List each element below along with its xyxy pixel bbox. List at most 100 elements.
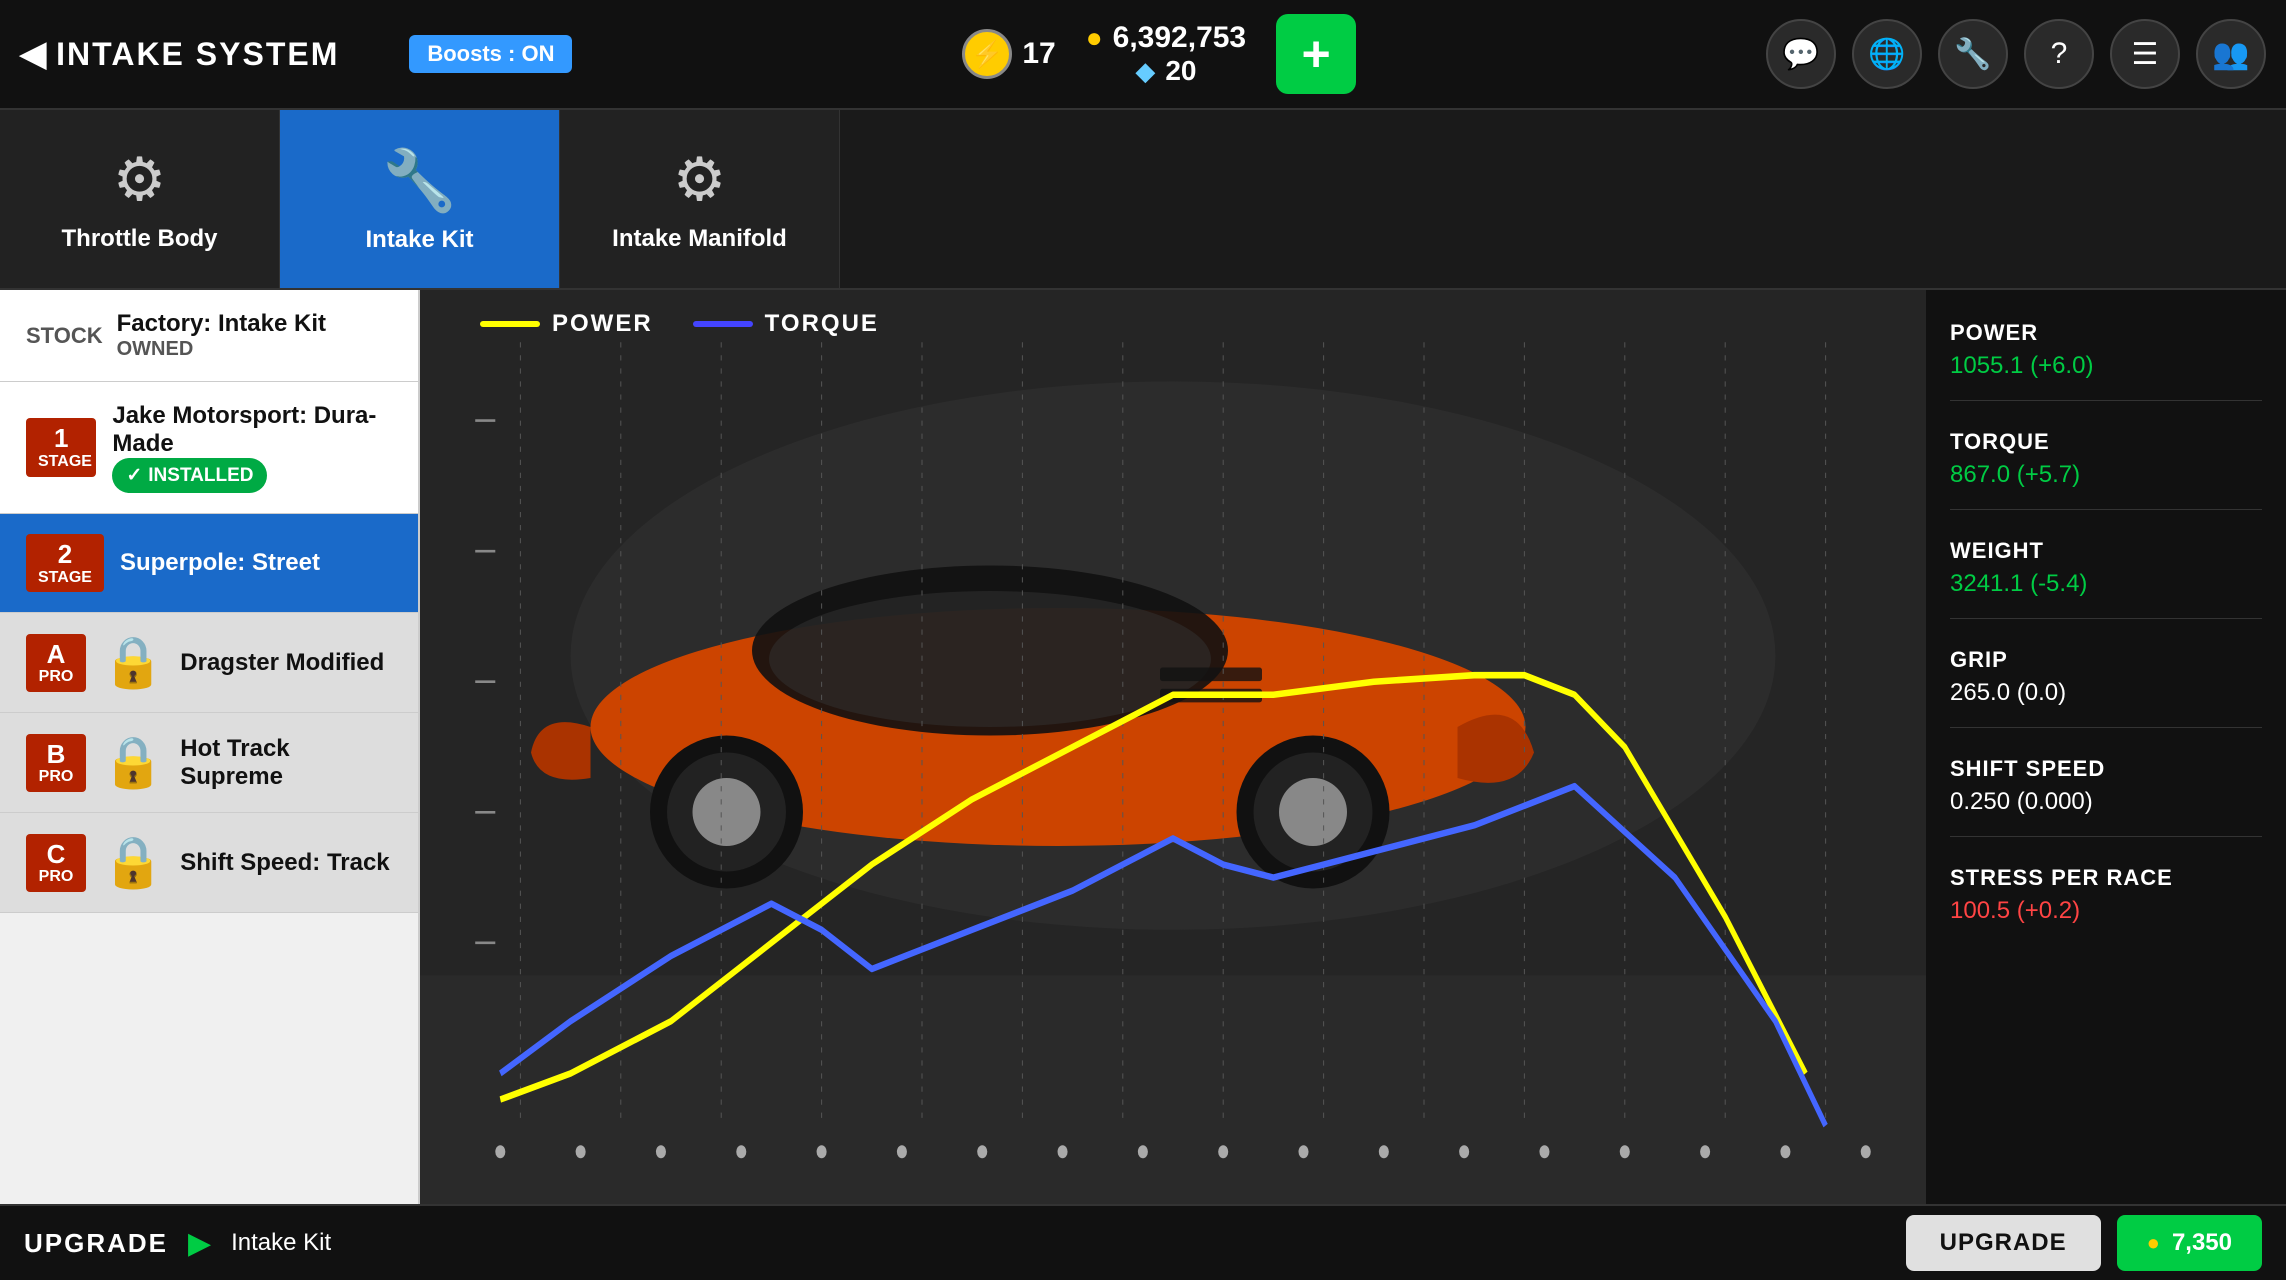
boost-badge[interactable]: Boosts : ON [409, 35, 572, 73]
stage-a-indicator: A PRO [26, 634, 86, 692]
chart-area: POWER TORQUE [420, 290, 1926, 1204]
stat-power: POWER 1055.1 (+6.0) [1950, 320, 2262, 401]
lock-c-icon: 🔒 [102, 833, 164, 892]
stat-stress-value: 100.5 (+0.2) [1950, 897, 2262, 925]
stat-grip-value: 265.0 (0.0) [1950, 679, 2262, 707]
intake-kit-label: Intake Kit [365, 226, 473, 254]
gem-icon: ◆ [1135, 56, 1155, 87]
lightning-group: ⚡ 17 [962, 29, 1055, 79]
stage1-number: 1 [54, 423, 68, 453]
tab-throttle-body[interactable]: ⚙ Throttle Body [0, 110, 280, 288]
stock-stage-label: STOCK [26, 323, 103, 349]
upgrade-stage2[interactable]: 2 STAGE Superpole: Street [0, 514, 418, 613]
stage2-number: 2 [58, 539, 72, 569]
add-currency-button[interactable]: + [1276, 14, 1356, 94]
upgrade-green-button[interactable]: ● 7,350 [2117, 1215, 2262, 1271]
intake-manifold-label: Intake Manifold [612, 225, 787, 253]
stage-c-indicator: C PRO [26, 834, 86, 892]
play-icon: ▶ [188, 1226, 211, 1261]
gem-row: ◆ 20 [1135, 55, 1196, 87]
stage-b-letter: B [47, 739, 66, 769]
upgrade-5-name: Shift Speed: Track [180, 849, 389, 877]
upgrade-0-sub: OWNED [117, 338, 326, 361]
currency-group: ● 6,392,753 ◆ 20 [1086, 21, 1246, 87]
back-arrow-icon: ◀ [20, 34, 46, 74]
stage2-indicator: 2 STAGE [26, 534, 104, 592]
upgrade-stage-c[interactable]: C PRO 🔒 Shift Speed: Track [0, 813, 418, 913]
upgrade-0-name: Factory: Intake Kit [117, 310, 326, 338]
stat-shift-name: SHIFT SPEED [1950, 756, 2262, 782]
lock-b-icon: 🔒 [102, 733, 164, 792]
tab-intake-manifold[interactable]: ⚙ Intake Manifold [560, 110, 840, 288]
stage2-text: STAGE [38, 569, 92, 587]
upgrade-bottom-label: UPGRADE [24, 1228, 168, 1259]
chat-button[interactable]: 💬 [1766, 19, 1836, 89]
upgrade-4-name: Hot Track Supreme [180, 735, 392, 791]
throttle-body-icon: ⚙ [113, 145, 167, 215]
stat-torque-value: 867.0 (+5.7) [1950, 461, 2262, 489]
coin-icon: ● [1086, 22, 1103, 54]
stat-grip: GRIP 265.0 (0.0) [1950, 647, 2262, 728]
stat-weight-value: 3241.1 (-5.4) [1950, 570, 2262, 598]
stat-weight-name: WEIGHT [1950, 538, 2262, 564]
back-button[interactable]: ◀ INTAKE SYSTEM [20, 34, 369, 74]
stage-a-pro: PRO [38, 668, 74, 686]
world-button[interactable]: 🌐 [1852, 19, 1922, 89]
stage-b-indicator: B PRO [26, 734, 86, 792]
car-background: POWER TORQUE [420, 290, 1926, 1204]
wrench-button[interactable]: 🔧 [1938, 19, 2008, 89]
stat-shift-value: 0.250 (0.000) [1950, 788, 2262, 816]
header: ◀ INTAKE SYSTEM Boosts : ON ⚡ 17 ● 6,392… [0, 0, 2286, 110]
stat-shift-speed: SHIFT SPEED 0.250 (0.000) [1950, 756, 2262, 837]
header-center: ⚡ 17 ● 6,392,753 ◆ 20 + [572, 14, 1746, 94]
help-button[interactable]: ? [2024, 19, 2094, 89]
upgrade-price: 7,350 [2172, 1229, 2232, 1257]
stage-c-letter: C [47, 839, 66, 869]
stat-power-name: POWER [1950, 320, 2262, 346]
upgrade-white-button[interactable]: UPGRADE [1906, 1215, 2101, 1271]
stat-stress: STRESS PER RACE 100.5 (+0.2) [1950, 865, 2262, 945]
gold-amount: 6,392,753 [1113, 21, 1246, 55]
throttle-body-label: Throttle Body [62, 225, 218, 253]
stage1-indicator: 1 STAGE [26, 418, 96, 476]
upgrade-stock[interactable]: STOCK Factory: Intake Kit OWNED [0, 290, 418, 382]
page-title: INTAKE SYSTEM [56, 36, 339, 73]
stats-panel: POWER 1055.1 (+6.0) TORQUE 867.0 (+5.7) … [1926, 290, 2286, 1204]
upgrade-1-name: Jake Motorsport: Dura-Made [112, 402, 392, 458]
gold-row: ● 6,392,753 [1086, 21, 1246, 55]
lightning-icon: ⚡ [962, 29, 1012, 79]
torque-legend: TORQUE [693, 310, 879, 338]
upgrade-bottom-item: Intake Kit [231, 1229, 331, 1257]
lightning-count: 17 [1022, 37, 1055, 71]
stat-torque: TORQUE 867.0 (+5.7) [1950, 429, 2262, 510]
stat-weight: WEIGHT 3241.1 (-5.4) [1950, 538, 2262, 619]
team-button[interactable]: 👥 [2196, 19, 2266, 89]
stage1-text: STAGE [38, 453, 84, 471]
stage-b-pro: PRO [38, 768, 74, 786]
torque-legend-line [693, 321, 753, 327]
bottom-bar: UPGRADE ▶ Intake Kit UPGRADE ● 7,350 [0, 1204, 2286, 1280]
coin-small-icon: ● [2147, 1230, 2160, 1256]
stat-torque-name: TORQUE [1950, 429, 2262, 455]
upgrade-stage1[interactable]: 1 STAGE Jake Motorsport: Dura-Made ✓ INS… [0, 382, 418, 514]
intake-manifold-icon: ⚙ [673, 145, 727, 215]
power-legend-line [480, 321, 540, 327]
intake-kit-icon: 🔧 [382, 145, 457, 216]
menu-button[interactable]: ☰ [2110, 19, 2180, 89]
header-icons: 💬 🌐 🔧 ? ☰ 👥 [1766, 19, 2266, 89]
tabs-row: ⚙ Throttle Body 🔧 Intake Kit ⚙ Intake Ma… [0, 110, 2286, 290]
upgrade-stage-b[interactable]: B PRO 🔒 Hot Track Supreme [0, 713, 418, 813]
power-legend: POWER [480, 310, 653, 338]
stat-power-value: 1055.1 (+6.0) [1950, 352, 2262, 380]
tab-intake-kit[interactable]: 🔧 Intake Kit [280, 110, 560, 288]
stat-stress-name: STRESS PER RACE [1950, 865, 2262, 891]
lock-a-icon: 🔒 [102, 633, 164, 692]
stat-grip-name: GRIP [1950, 647, 2262, 673]
chart-legend: POWER TORQUE [480, 310, 879, 338]
main-content: STOCK Factory: Intake Kit OWNED 1 STAGE … [0, 290, 2286, 1204]
stage-a-letter: A [47, 639, 66, 669]
upgrade-stage-a[interactable]: A PRO 🔒 Dragster Modified [0, 613, 418, 713]
upgrade-3-name: Dragster Modified [180, 649, 384, 677]
upgrade-2-name: Superpole: Street [120, 549, 320, 577]
power-legend-label: POWER [552, 310, 653, 338]
